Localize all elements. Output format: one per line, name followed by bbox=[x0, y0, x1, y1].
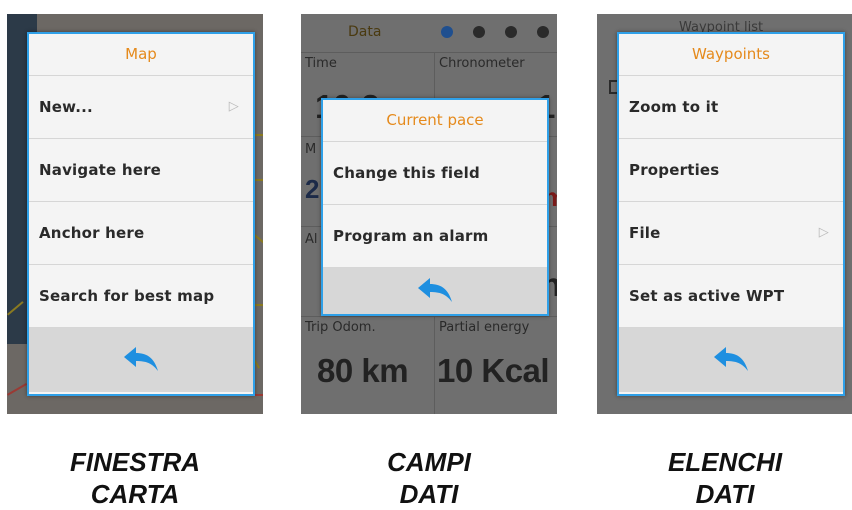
menu-item-label: File bbox=[629, 224, 661, 242]
menu-item-file[interactable]: File ▷ bbox=[619, 202, 843, 265]
waypoint-list-screen: Waypoint list Waypoints Zoom to it Prope… bbox=[597, 14, 852, 414]
menu-item-zoom-to-it[interactable]: Zoom to it bbox=[619, 76, 843, 139]
field-value-partial-energy: 10 Kcal bbox=[437, 352, 550, 389]
field-divider bbox=[301, 52, 557, 53]
caption-line: DATI bbox=[399, 479, 459, 509]
caption-map-window: FINESTRA CARTA bbox=[15, 446, 255, 510]
back-arrow-icon bbox=[418, 278, 452, 302]
menu-item-label: Search for best map bbox=[39, 287, 215, 305]
menu-item-label: Program an alarm bbox=[333, 227, 489, 245]
caption-line: ELENCHI bbox=[667, 447, 783, 477]
map-track bbox=[7, 383, 28, 396]
caption-data-lists: ELENCHI DATI bbox=[605, 446, 845, 510]
back-arrow-icon bbox=[124, 347, 158, 371]
submenu-triangle-icon: ▷ bbox=[818, 225, 829, 240]
field-label-trip-odometer: Trip Odom. bbox=[305, 320, 376, 335]
field-label-chronometer: Chronometer bbox=[439, 56, 525, 71]
map-track bbox=[255, 394, 263, 396]
waypoint-context-menu: Waypoints Zoom to it Properties File ▷ Se… bbox=[617, 32, 845, 396]
page-dot[interactable] bbox=[473, 26, 485, 38]
menu-item-label: New... bbox=[39, 98, 93, 116]
map-road bbox=[255, 304, 263, 306]
caption-line: FINESTRA bbox=[70, 447, 200, 477]
menu-item-new[interactable]: New... ▷ bbox=[29, 76, 253, 139]
back-button[interactable] bbox=[29, 328, 253, 392]
map-context-menu: Map New... ▷ Navigate here Anchor here Se… bbox=[27, 32, 255, 396]
menu-item-set-active-wpt[interactable]: Set as active WPT bbox=[619, 265, 843, 328]
map-road bbox=[255, 134, 263, 136]
dialog-title: Waypoints bbox=[619, 34, 843, 76]
field-label-partial-energy: Partial energy bbox=[439, 320, 530, 335]
dialog-title: Map bbox=[29, 34, 253, 76]
data-screen: Data Time Chronometer 10:2 1 M 2 m Al h … bbox=[301, 14, 557, 414]
menu-item-change-field[interactable]: Change this field bbox=[323, 142, 547, 205]
menu-item-label: Anchor here bbox=[39, 224, 145, 242]
submenu-triangle-icon: ▷ bbox=[228, 99, 239, 114]
menu-item-label: Zoom to it bbox=[629, 98, 719, 116]
map-road bbox=[253, 234, 263, 244]
data-page-title: Data bbox=[348, 24, 382, 40]
caption-line: DATI bbox=[695, 479, 755, 509]
field-context-menu: Current pace Change this field Program a… bbox=[321, 98, 549, 316]
menu-item-program-alarm[interactable]: Program an alarm bbox=[323, 205, 547, 268]
field-divider bbox=[301, 316, 557, 317]
page-dot-active[interactable] bbox=[441, 26, 453, 38]
menu-item-anchor-here[interactable]: Anchor here bbox=[29, 202, 253, 265]
dialog-title: Current pace bbox=[323, 100, 547, 142]
field-label-time: Time bbox=[305, 56, 337, 71]
menu-item-label: Navigate here bbox=[39, 161, 162, 179]
field-value-partial: 2 bbox=[305, 174, 319, 204]
menu-item-label: Set as active WPT bbox=[629, 287, 785, 305]
caption-line: CAMPI bbox=[387, 447, 471, 477]
back-button[interactable] bbox=[323, 268, 547, 314]
menu-item-label: Properties bbox=[629, 161, 720, 179]
menu-item-label: Change this field bbox=[333, 164, 480, 182]
menu-item-properties[interactable]: Properties bbox=[619, 139, 843, 202]
back-arrow-icon bbox=[714, 347, 748, 371]
field-value-trip-odometer: 80 km bbox=[317, 352, 409, 389]
field-label-altitude: Al bbox=[305, 232, 318, 247]
page-dot[interactable] bbox=[537, 26, 549, 38]
menu-item-navigate-here[interactable]: Navigate here bbox=[29, 139, 253, 202]
map-screen: Map New... ▷ Navigate here Anchor here Se… bbox=[7, 14, 263, 414]
caption-line: CARTA bbox=[90, 479, 180, 509]
back-button[interactable] bbox=[619, 328, 843, 392]
page-dot[interactable] bbox=[505, 26, 517, 38]
menu-item-search-best-map[interactable]: Search for best map bbox=[29, 265, 253, 328]
caption-data-fields: CAMPI DATI bbox=[309, 446, 549, 510]
map-road bbox=[255, 179, 263, 181]
field-label-partial: M bbox=[305, 142, 317, 157]
